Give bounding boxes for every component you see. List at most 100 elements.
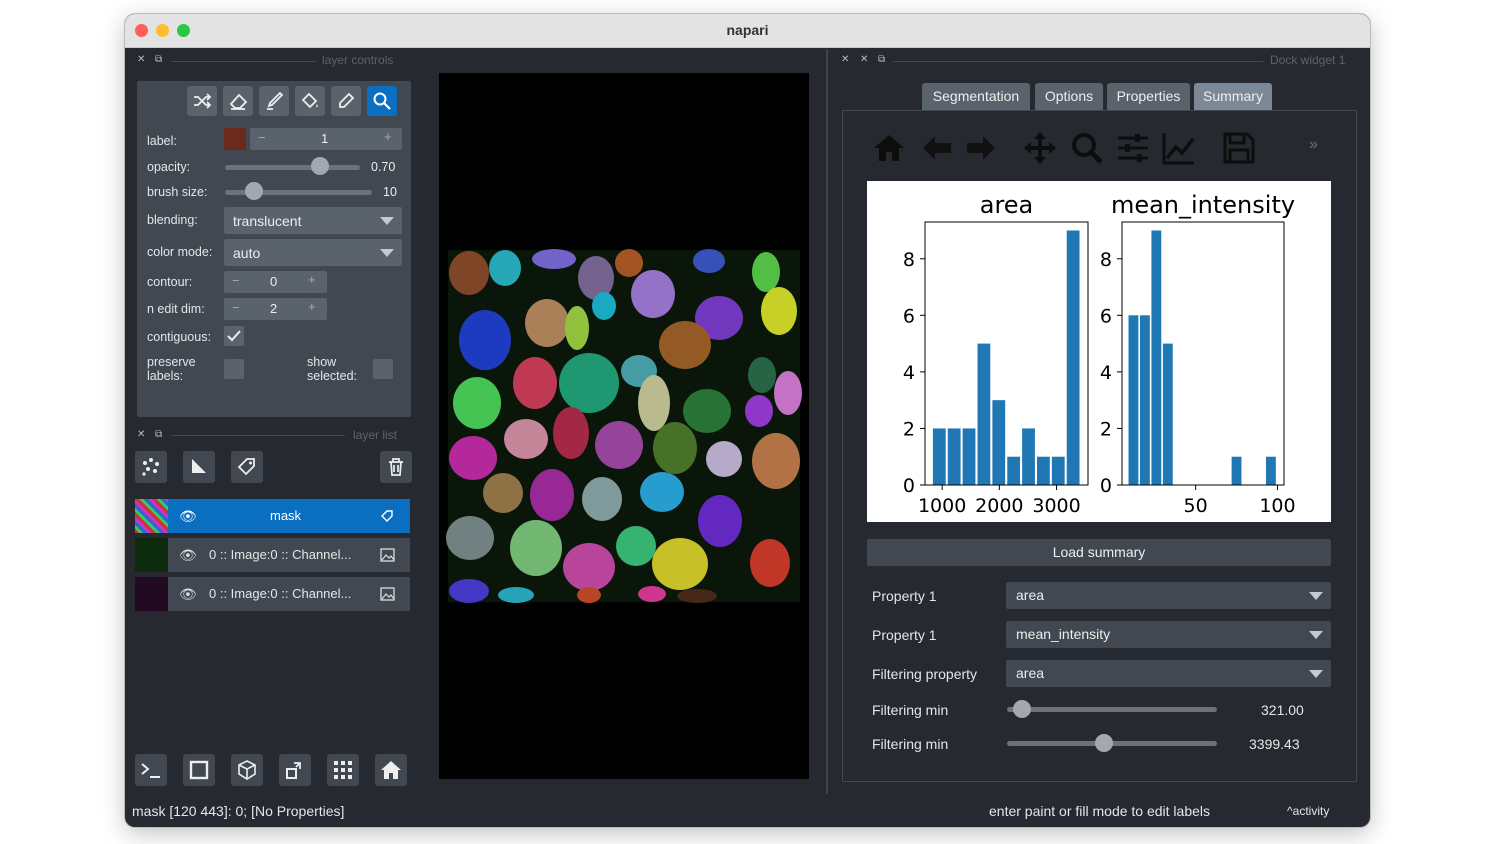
paint-button[interactable] [259,86,289,116]
label-color-swatch[interactable] [224,128,246,150]
zoom-icon[interactable] [1069,130,1105,166]
labels-type-icon [381,510,393,522]
detach-icon[interactable]: ⧉ [878,54,885,65]
detach-icon[interactable]: ⧉ [155,54,162,65]
tab-options[interactable]: Options [1035,83,1103,110]
contour-spinbox[interactable]: − 0 + [224,271,327,293]
n-edit-dim-increment[interactable]: + [308,299,316,314]
layer-list-header: layer list [353,428,398,442]
property2-combo[interactable]: mean_intensity [1006,621,1331,648]
roll-dims-button[interactable] [231,754,263,786]
filtering-min-slider[interactable] [1007,707,1217,712]
contiguous-checkbox[interactable] [224,326,244,346]
forward-arrow-icon[interactable] [963,130,999,166]
float-icon[interactable]: ✕ [860,54,868,65]
blending-label: blending: [147,213,198,227]
home-view-button[interactable] [375,754,407,786]
filtering-min-slider-handle-2[interactable] [1094,734,1113,752]
eye-icon[interactable]: 👁 [179,508,197,525]
color-mode-value: auto [233,245,261,261]
more-tools-icon[interactable]: » [1309,136,1318,154]
dock-splitter[interactable] [826,49,828,794]
opacity-value: 0.70 [371,160,396,174]
pick-button[interactable] [331,86,361,116]
contour-increment[interactable]: + [308,272,316,287]
blending-combo[interactable]: translucent [224,207,402,234]
eye-icon[interactable]: 👁 [179,586,197,603]
label-decrement[interactable]: − [258,130,266,145]
layer-thumbnail [135,538,168,572]
cube-icon [238,760,256,780]
contiguous-label: contiguous: [147,330,211,344]
histogram-bar [1051,456,1065,485]
opacity-slider-handle[interactable] [310,157,329,175]
brush-size-slider-handle[interactable] [245,182,264,200]
edit-axis-icon[interactable] [1161,130,1197,166]
back-arrow-icon[interactable] [919,130,955,166]
shuffle-icon [194,93,212,109]
shuffle-colors-button[interactable] [187,86,217,116]
status-message: mask [120 443]: 0; [No Properties] [132,803,345,819]
label-spinbox[interactable]: − 1 + [250,128,402,150]
filtering-min-label-2: Filtering min [872,736,949,752]
property2-value: mean_intensity [1016,626,1111,642]
histogram-bar [1265,456,1276,485]
layer-row-image-1[interactable]: 👁 0 :: Image:0 :: Channel... [135,538,410,572]
summary-plot: area 0 2 4 6 8 1000 2000 3000 mean_intensity 0 2 4 6 8… [867,181,1331,522]
opacity-slider[interactable] [225,165,360,170]
new-labels-layer-button[interactable] [231,451,263,483]
detach-icon[interactable]: ⧉ [155,429,162,440]
tab-segmentation[interactable]: Segmentation [922,83,1030,110]
show-selected-checkbox[interactable] [373,359,393,379]
brush-icon [267,91,284,110]
layer-name: mask [270,508,302,523]
tab-summary[interactable]: Summary [1194,83,1272,110]
transpose-button[interactable] [279,754,311,786]
eye-icon[interactable]: 👁 [179,547,197,564]
viewer-canvas[interactable] [439,73,809,779]
magnifier-icon [373,92,391,110]
erase-button[interactable] [223,86,253,116]
float-icon[interactable]: ✕ [137,429,145,440]
layer-row-image-2[interactable]: 👁 0 :: Image:0 :: Channel... [135,577,410,611]
contour-decrement[interactable]: − [232,273,240,288]
color-mode-combo[interactable]: auto [224,239,402,266]
n-edit-dim-spinbox[interactable]: − 2 + [224,298,327,320]
filtering-property-combo[interactable]: area [1006,660,1331,687]
label-increment[interactable]: + [384,129,392,144]
layer-name: 0 :: Image:0 :: Channel... [209,586,352,601]
filtering-min-slider-handle[interactable] [1012,700,1031,718]
new-points-layer-button[interactable] [135,451,167,483]
blending-value: translucent [233,213,302,229]
layer-thumbnail [135,577,168,611]
home-icon[interactable] [871,130,907,166]
property1-combo[interactable]: area [1006,582,1331,609]
configure-subplots-icon[interactable] [1115,130,1151,166]
delete-layer-button[interactable] [380,451,412,483]
chart-title: area [980,191,1034,219]
save-icon[interactable] [1221,130,1257,166]
load-summary-button[interactable]: Load summary [867,539,1331,566]
new-shapes-layer-button[interactable] [183,451,215,483]
histogram-bar [1151,230,1162,485]
activity-button[interactable]: ^activity [1287,804,1329,818]
label-label: label: [147,134,177,148]
console-button[interactable] [135,754,167,786]
preserve-labels-checkbox[interactable] [224,359,244,379]
y-tick-label: 6 [1100,305,1112,327]
histogram-figure: area 0 2 4 6 8 1000 2000 3000 mean_intensity 0 2 4 6 8… [903,191,1296,517]
n-edit-dim-decrement[interactable]: − [232,300,240,315]
layer-row-mask[interactable]: 👁 mask [135,499,410,533]
tab-properties[interactable]: Properties [1107,83,1190,110]
pan-zoom-button[interactable] [367,86,397,116]
close-dock-icon[interactable]: ✕ [841,54,849,65]
grid-view-button[interactable] [327,754,359,786]
y-tick-label: 8 [903,249,915,271]
y-tick-label: 0 [903,475,915,497]
checkmark-icon [227,330,241,342]
layer-name: 0 :: Image:0 :: Channel... [209,547,352,562]
fill-button[interactable] [295,86,325,116]
ndisplay-button[interactable] [183,754,215,786]
pan-icon[interactable] [1022,130,1058,166]
float-icon[interactable]: ✕ [137,54,145,65]
